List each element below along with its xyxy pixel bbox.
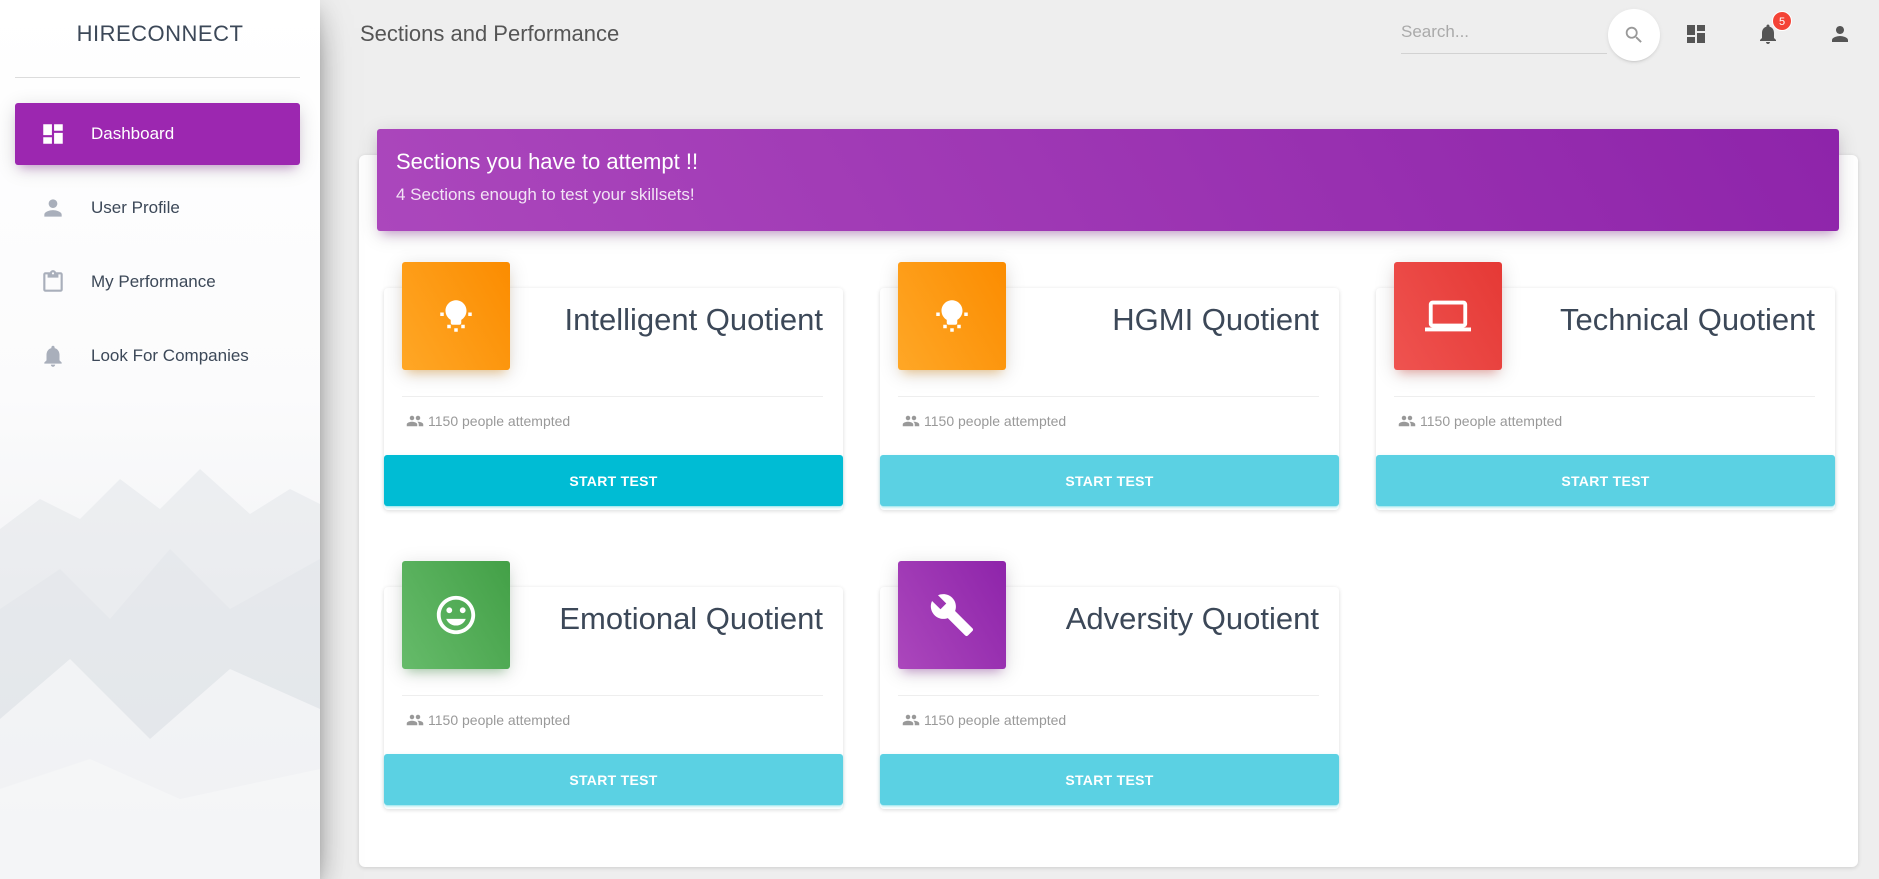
attempt-count-text: 1150 people attempted [428, 413, 571, 429]
people-icon [902, 411, 922, 431]
card-header-title: Sections you have to attempt !! [396, 149, 699, 174]
laptop-icon [1425, 293, 1471, 339]
attempt-count: 1150 people attempted [406, 710, 570, 730]
sidebar-item-label: Dashboard [91, 124, 175, 143]
people-icon [902, 710, 922, 730]
attempt-count: 1150 people attempted [902, 710, 1066, 730]
sidebar-item-dashboard[interactable]: Dashboard [15, 103, 300, 165]
start-test-button[interactable]: START TEST [384, 754, 843, 805]
smiley-icon [433, 592, 479, 638]
bell-icon [37, 340, 69, 372]
attempt-count: 1150 people attempted [1398, 411, 1562, 431]
lightbulb-icon [435, 295, 477, 337]
account-button[interactable] [1824, 18, 1856, 50]
start-test-button[interactable]: START TEST [384, 455, 843, 506]
attempt-count-text: 1150 people attempted [924, 712, 1067, 728]
sidebar-item-label: User Profile [91, 198, 180, 217]
section-icon-tile [1394, 262, 1502, 370]
section-title: Intelligent Quotient [564, 302, 823, 337]
start-test-button[interactable]: START TEST [880, 754, 1339, 805]
wrench-icon [929, 592, 975, 638]
notifications-button[interactable]: 5 [1752, 11, 1792, 50]
person-icon [1828, 22, 1852, 46]
lightbulb-icon [931, 295, 973, 337]
dashboard-icon [1684, 22, 1708, 46]
card-header-subtitle: 4 Sections enough to test your skillsets… [396, 185, 695, 204]
divider [402, 396, 823, 397]
section-card-technical-quotient: Technical Quotient 1150 people attempted… [1376, 262, 1835, 510]
start-test-button[interactable]: START TEST [1376, 455, 1835, 506]
section-icon-tile [898, 561, 1006, 669]
attempt-count: 1150 people attempted [902, 411, 1066, 431]
divider [898, 396, 1319, 397]
section-icon-tile [402, 561, 510, 669]
sidebar-background-mountains [0, 469, 320, 879]
brand-logo[interactable]: HIRECONNECT [0, 0, 320, 78]
sidebar-item-user-profile[interactable]: User Profile [15, 177, 300, 239]
attempt-count-text: 1150 people attempted [924, 413, 1067, 429]
section-card-emotional-quotient: Emotional Quotient 1150 people attempted… [384, 561, 843, 809]
topbar: Sections and Performance 5 [320, 0, 1879, 70]
search-button[interactable] [1608, 9, 1660, 61]
sidebar-item-my-performance[interactable]: My Performance [15, 251, 300, 313]
people-icon [406, 710, 426, 730]
section-icon-tile [898, 262, 1006, 370]
section-card-adversity-quotient: Adversity Quotient 1150 people attempted… [880, 561, 1339, 809]
person-icon [37, 192, 69, 224]
search-input[interactable] [1401, 12, 1607, 52]
section-title: Emotional Quotient [559, 601, 823, 636]
divider [402, 695, 823, 696]
people-icon [406, 411, 426, 431]
start-test-button[interactable]: START TEST [880, 455, 1339, 506]
attempt-count-text: 1150 people attempted [428, 712, 571, 728]
page-title: Sections and Performance [360, 21, 620, 46]
section-title: Technical Quotient [1559, 302, 1815, 337]
sidebar-item-label: Look For Companies [91, 346, 249, 365]
sections-card-header: Sections you have to attempt !! 4 Sectio… [377, 129, 1839, 231]
notification-count-badge: 5 [1772, 11, 1792, 31]
dashboard-icon [37, 118, 69, 150]
section-card-intelligent-quotient: Intelligent Quotient 1150 people attempt… [384, 262, 843, 510]
attempt-count-text: 1150 people attempted [1420, 413, 1563, 429]
sidebar-item-label: My Performance [91, 272, 216, 291]
search-icon [1623, 24, 1645, 46]
clipboard-icon [37, 266, 69, 298]
dashboard-toggle-button[interactable] [1680, 18, 1712, 50]
section-title: Adversity Quotient [1065, 601, 1319, 636]
section-icon-tile [402, 262, 510, 370]
search-field [1401, 12, 1607, 54]
sidebar-nav: Dashboard User Profile My Performance Lo… [0, 103, 320, 387]
section-card-hgmi-quotient: HGMI Quotient 1150 people attempted STAR… [880, 262, 1339, 510]
people-icon [1398, 411, 1418, 431]
divider [1394, 396, 1815, 397]
divider [898, 695, 1319, 696]
attempt-count: 1150 people attempted [406, 411, 570, 431]
sidebar-item-look-for-companies[interactable]: Look For Companies [15, 325, 300, 387]
section-title: HGMI Quotient [1112, 302, 1319, 337]
sidebar: HIRECONNECT Dashboard User Profile My Pe… [0, 0, 320, 879]
